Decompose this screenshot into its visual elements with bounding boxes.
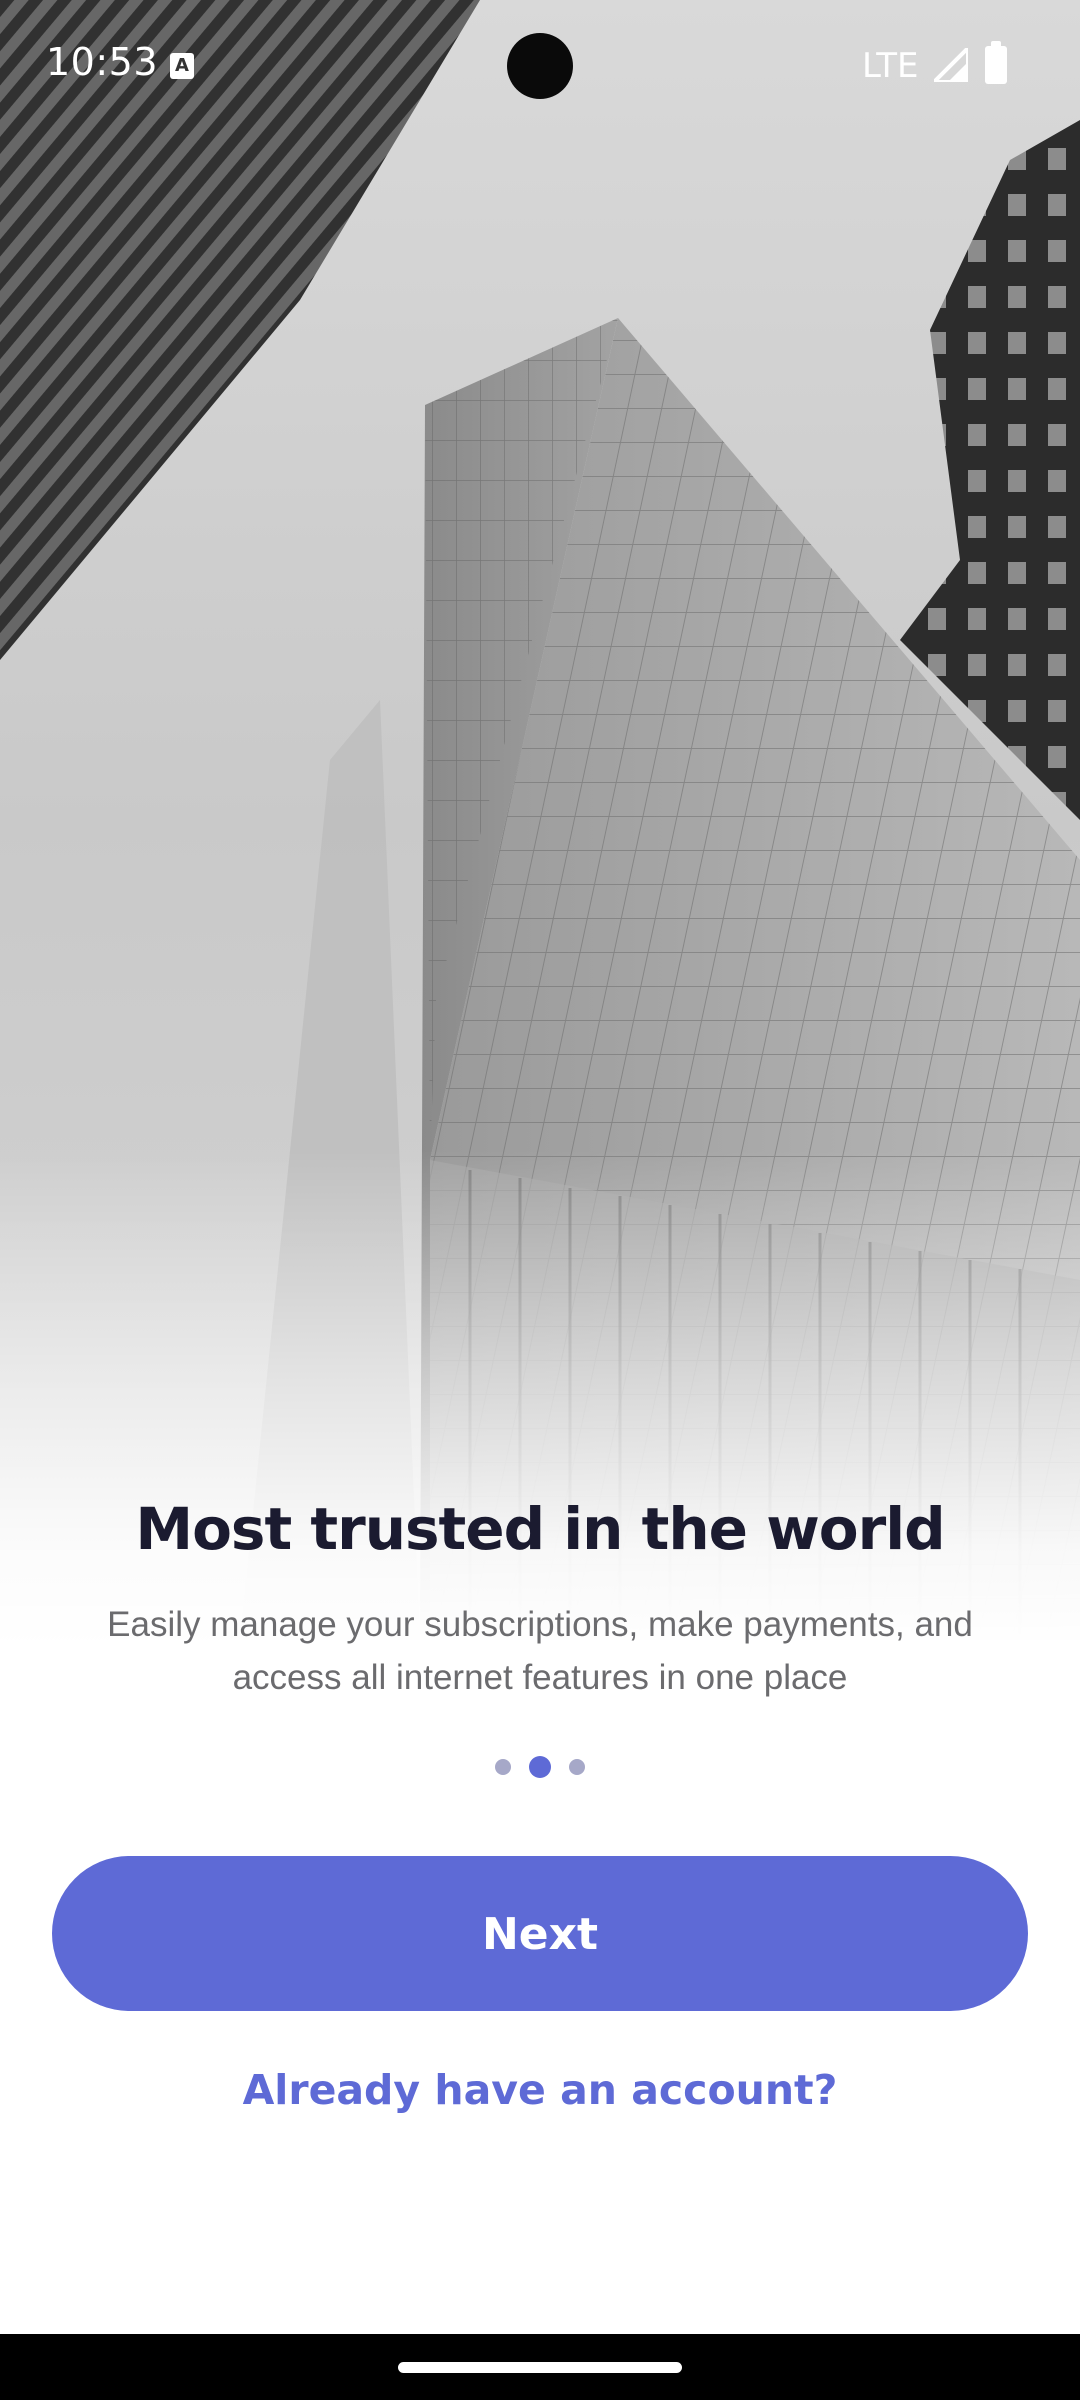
navigation-bar [0,2334,1080,2400]
status-bar: 10:53 A LTE [0,0,1080,132]
page-indicator [0,1755,1080,1779]
home-gesture-handle[interactable] [398,2362,682,2373]
onboarding-subtitle: Easily manage your subscriptions, make p… [107,1605,973,1697]
hero-fade-overlay [0,1150,1080,1640]
next-button[interactable]: Next [52,1856,1028,2011]
status-time: 10:53 [46,40,159,84]
page-dot-2-active[interactable] [529,1756,551,1778]
page-dot-1[interactable] [495,1759,511,1775]
cell-signal-icon [934,48,968,82]
page-dot-3[interactable] [569,1759,585,1775]
onboarding-screen: 10:53 A LTE Most trusted in the world Ea… [0,0,1080,2400]
already-have-account-link[interactable]: Already have an account? [0,2066,1080,2114]
front-camera-cutout [507,33,573,99]
network-type: LTE [862,46,919,86]
a-notification-icon: A [170,53,194,79]
onboarding-title: Most trusted in the world [135,1495,945,1563]
hero-image [0,0,1080,1640]
battery-full-icon [985,41,1007,84]
